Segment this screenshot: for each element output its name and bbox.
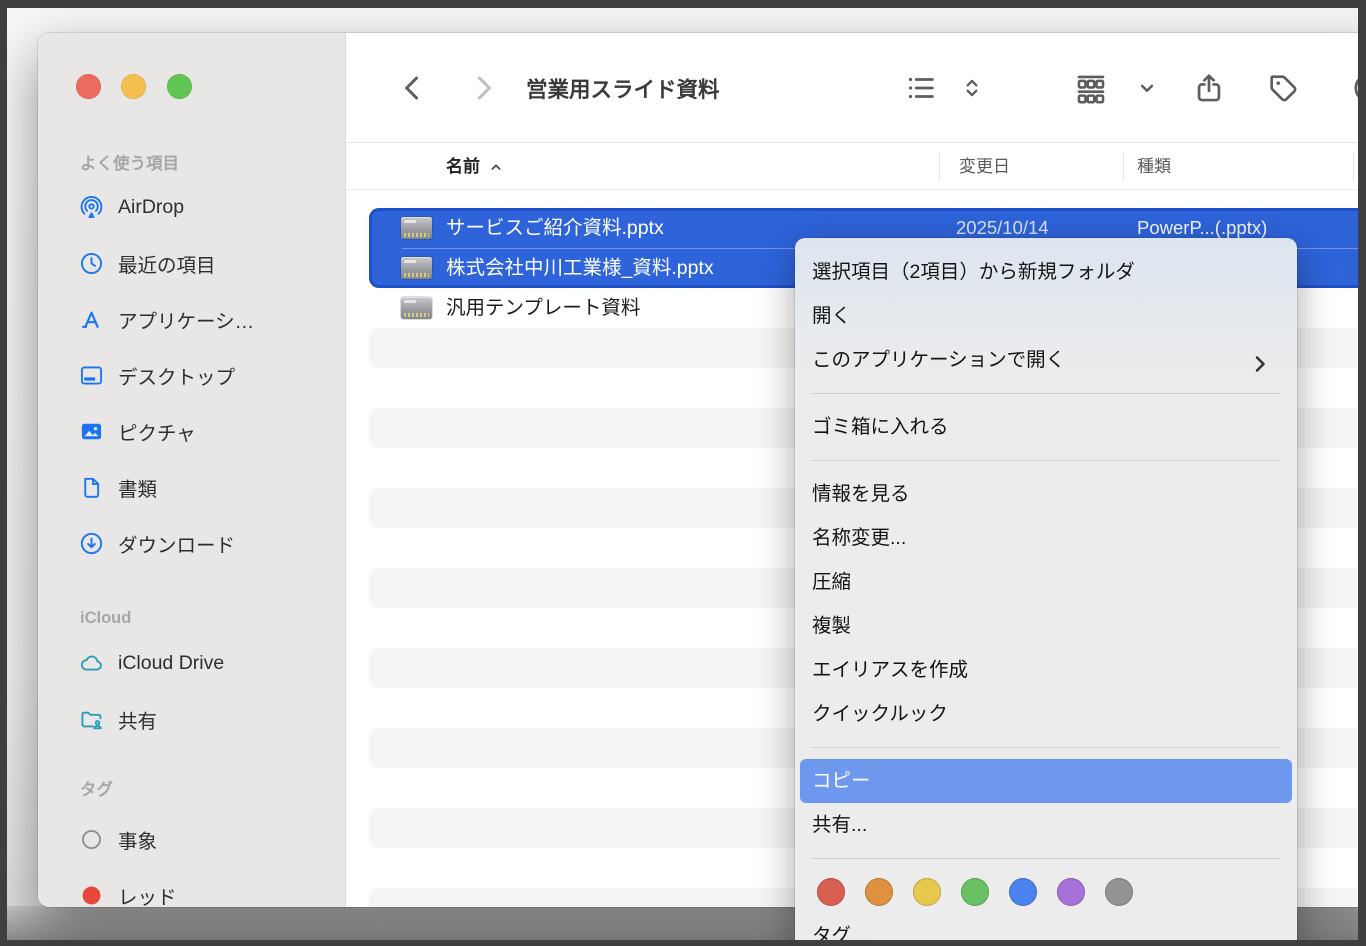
- sidebar-item-download[interactable]: ダウンロード: [52, 515, 335, 571]
- column-divider[interactable]: [1123, 152, 1124, 181]
- file-name: 汎用テンプレート資料: [446, 288, 640, 328]
- sidebar-item-tag-dot-red[interactable]: レッド: [52, 867, 335, 907]
- tag-color-red[interactable]: [817, 878, 845, 906]
- tag-color-orange[interactable]: [865, 878, 893, 906]
- document-icon: [76, 472, 106, 502]
- pictures-icon: [76, 416, 106, 446]
- menu-separator: [811, 393, 1281, 394]
- sidebar-item-label: 事象: [118, 825, 157, 854]
- sidebar-item-airdrop[interactable]: AirDrop: [52, 179, 335, 235]
- sidebar-section-header: iCloud: [80, 606, 335, 630]
- context-menu-item[interactable]: 名称変更...: [800, 516, 1292, 560]
- tag-color-green[interactable]: [961, 878, 989, 906]
- menu-separator: [811, 858, 1281, 859]
- sidebar-section-header: タグ: [80, 778, 335, 802]
- icloud-icon: [76, 648, 106, 678]
- sidebar-item-clock[interactable]: 最近の項目: [52, 235, 335, 291]
- appstore-icon: [76, 304, 106, 334]
- context-menu-item[interactable]: タグ...: [800, 914, 1292, 946]
- share-icon[interactable]: [1186, 65, 1232, 111]
- menu-separator: [811, 460, 1281, 461]
- chevron-right-icon: [466, 71, 500, 105]
- tag-dot-gray-icon: [76, 824, 106, 854]
- tag-color-blue[interactable]: [1009, 878, 1037, 906]
- file-name: 株式会社中川工業様_資料.pptx: [446, 248, 714, 288]
- file-name: サービスご紹介資料.pptx: [446, 208, 664, 248]
- window-title: 営業用スライド資料: [526, 73, 720, 104]
- sidebar-item-label: レッド: [118, 881, 177, 908]
- more-icon[interactable]: [1346, 65, 1366, 111]
- column-header-date[interactable]: 変更日: [959, 143, 1010, 190]
- column-header-name[interactable]: 名前: [446, 143, 504, 190]
- sidebar-item-label: ダウンロード: [118, 529, 235, 558]
- view-updown-chevrons-icon[interactable]: [949, 65, 995, 111]
- sidebar-item-label: 最近の項目: [118, 249, 216, 278]
- sidebar-section-header: よく使う項目: [80, 152, 335, 176]
- sidebar-item-label: アプリケーシ…: [118, 305, 254, 334]
- tag-dot-red-icon: [76, 880, 106, 907]
- context-menu-item[interactable]: 選択項目（2項目）から新規フォルダ: [800, 250, 1292, 294]
- context-menu-item[interactable]: 情報を見る: [800, 472, 1292, 516]
- tag-color-yellow[interactable]: [913, 878, 941, 906]
- column-name-label: 名前: [446, 143, 480, 190]
- powerpoint-file-icon: [401, 257, 432, 279]
- sidebar-item-label: ピクチャ: [118, 417, 196, 446]
- clock-icon: [76, 248, 106, 278]
- sidebar: よく使う項目 AirDrop 最近の項目アプリケーシ… デスクトップピクチャ書類ダウン…: [38, 33, 345, 907]
- sidebar-item-shared-folder[interactable]: 共有: [52, 691, 335, 747]
- back-button[interactable]: [390, 65, 436, 111]
- group-view-icon[interactable]: [1068, 65, 1114, 111]
- minimize-button[interactable]: [121, 74, 146, 99]
- submenu-chevron-icon: [1248, 348, 1272, 372]
- screenshot-frame: よく使う項目 AirDrop 最近の項目アプリケーシ… デスクトップピクチャ書類ダウン…: [0, 0, 1366, 946]
- sidebar-item-label: 書類: [118, 473, 157, 502]
- sidebar-item-desktop[interactable]: デスクトップ: [52, 347, 335, 403]
- tag-color-purple[interactable]: [1057, 878, 1085, 906]
- context-menu-item[interactable]: 共有...: [800, 803, 1292, 847]
- sidebar-item-label: iCloud Drive: [118, 652, 224, 675]
- context-menu-item[interactable]: このアプリケーションで開く: [800, 338, 1292, 382]
- sidebar-item-appstore[interactable]: アプリケーシ…: [52, 291, 335, 347]
- context-menu-item[interactable]: クイックルック: [800, 692, 1292, 736]
- context-menu-item[interactable]: コピー: [800, 759, 1292, 803]
- close-button[interactable]: [76, 74, 101, 99]
- download-icon: [76, 528, 106, 558]
- sidebar-item-tag-dot-gray[interactable]: 事象: [52, 811, 335, 867]
- sidebar-item-document[interactable]: 書類: [52, 459, 335, 515]
- context-menu-item[interactable]: 複製: [800, 604, 1292, 648]
- airdrop-icon: [76, 192, 106, 222]
- tag-color-gray[interactable]: [1105, 878, 1133, 906]
- toolbar: 営業用スライド資料: [346, 33, 1366, 143]
- sidebar-item-label: デスクトップ: [118, 361, 235, 390]
- sidebar-item-label: AirDrop: [118, 196, 184, 219]
- context-menu-item[interactable]: エイリアスを作成: [800, 648, 1292, 692]
- tag-color-row: [795, 870, 1297, 914]
- sort-ascending-icon: [488, 159, 504, 175]
- window-controls: [76, 74, 208, 104]
- context-menu-item[interactable]: ゴミ箱に入れる: [800, 405, 1292, 449]
- context-menu: 選択項目（2項目）から新規フォルダ開くこのアプリケーションで開くゴミ箱に入れる情…: [795, 238, 1297, 946]
- zoom-button[interactable]: [167, 74, 192, 99]
- sidebar-item-pictures[interactable]: ピクチャ: [52, 403, 335, 459]
- column-divider[interactable]: [939, 152, 940, 181]
- sidebar-item-label: 共有: [118, 705, 157, 734]
- menu-separator: [811, 747, 1281, 748]
- shared-folder-icon: [76, 704, 106, 734]
- powerpoint-file-icon: [401, 297, 432, 319]
- chevron-left-icon: [396, 71, 430, 105]
- forward-button[interactable]: [460, 65, 506, 111]
- context-menu-item[interactable]: 圧縮: [800, 560, 1292, 604]
- chevron-down-icon[interactable]: [1124, 65, 1170, 111]
- column-header-kind[interactable]: 種類: [1137, 143, 1171, 190]
- column-divider[interactable]: [1353, 152, 1354, 181]
- list-header: 名前 変更日 種類: [346, 143, 1366, 190]
- sidebar-item-icloud[interactable]: iCloud Drive: [52, 635, 335, 691]
- tag-icon[interactable]: [1260, 65, 1306, 111]
- context-menu-item[interactable]: 開く: [800, 294, 1292, 338]
- powerpoint-file-icon: [401, 217, 432, 239]
- list-view-icon[interactable]: [898, 65, 944, 111]
- desktop-icon: [76, 360, 106, 390]
